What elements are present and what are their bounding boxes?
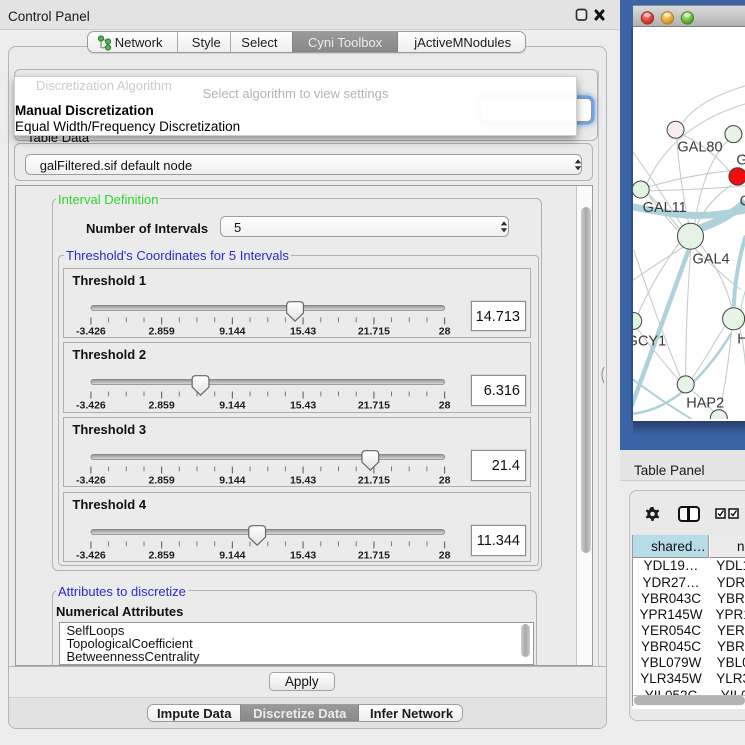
svg-text:2.859: 2.859 [149,400,175,412]
svg-text:H: H [737,332,745,348]
svg-text:GA: GA [736,153,745,169]
svg-text:GAL11: GAL11 [642,201,686,217]
svg-text:-3.426: -3.426 [76,475,106,487]
svg-text:28: 28 [439,400,451,412]
svg-text:HAP2: HAP2 [686,396,724,412]
svg-text:28: 28 [439,549,451,561]
svg-text:9.144: 9.144 [220,325,246,337]
svg-text:-3.426: -3.426 [76,400,106,412]
svg-text:28: 28 [439,475,451,487]
svg-text:15.43: 15.43 [290,549,316,561]
svg-text:2.859: 2.859 [149,325,175,337]
svg-text:C: C [739,194,745,210]
svg-text:9.144: 9.144 [220,549,246,561]
svg-text:28: 28 [439,325,451,337]
svg-text:GAL80: GAL80 [677,140,722,156]
svg-text:GAL4: GAL4 [692,252,729,268]
svg-text:21.715: 21.715 [358,325,390,337]
svg-text:21.715: 21.715 [358,549,390,561]
svg-text:2.859: 2.859 [149,475,175,487]
svg-text:9.144: 9.144 [220,400,246,412]
svg-text:GCY1: GCY1 [633,334,666,350]
svg-text:2.859: 2.859 [149,549,175,561]
svg-text:15.43: 15.43 [290,325,316,337]
svg-text:-3.426: -3.426 [76,549,106,561]
svg-text:15.43: 15.43 [290,400,316,412]
svg-text:-3.426: -3.426 [76,325,106,337]
svg-text:21.715: 21.715 [358,400,390,412]
svg-text:21.715: 21.715 [358,475,390,487]
svg-text:9.144: 9.144 [220,475,246,487]
svg-text:15.43: 15.43 [290,475,316,487]
